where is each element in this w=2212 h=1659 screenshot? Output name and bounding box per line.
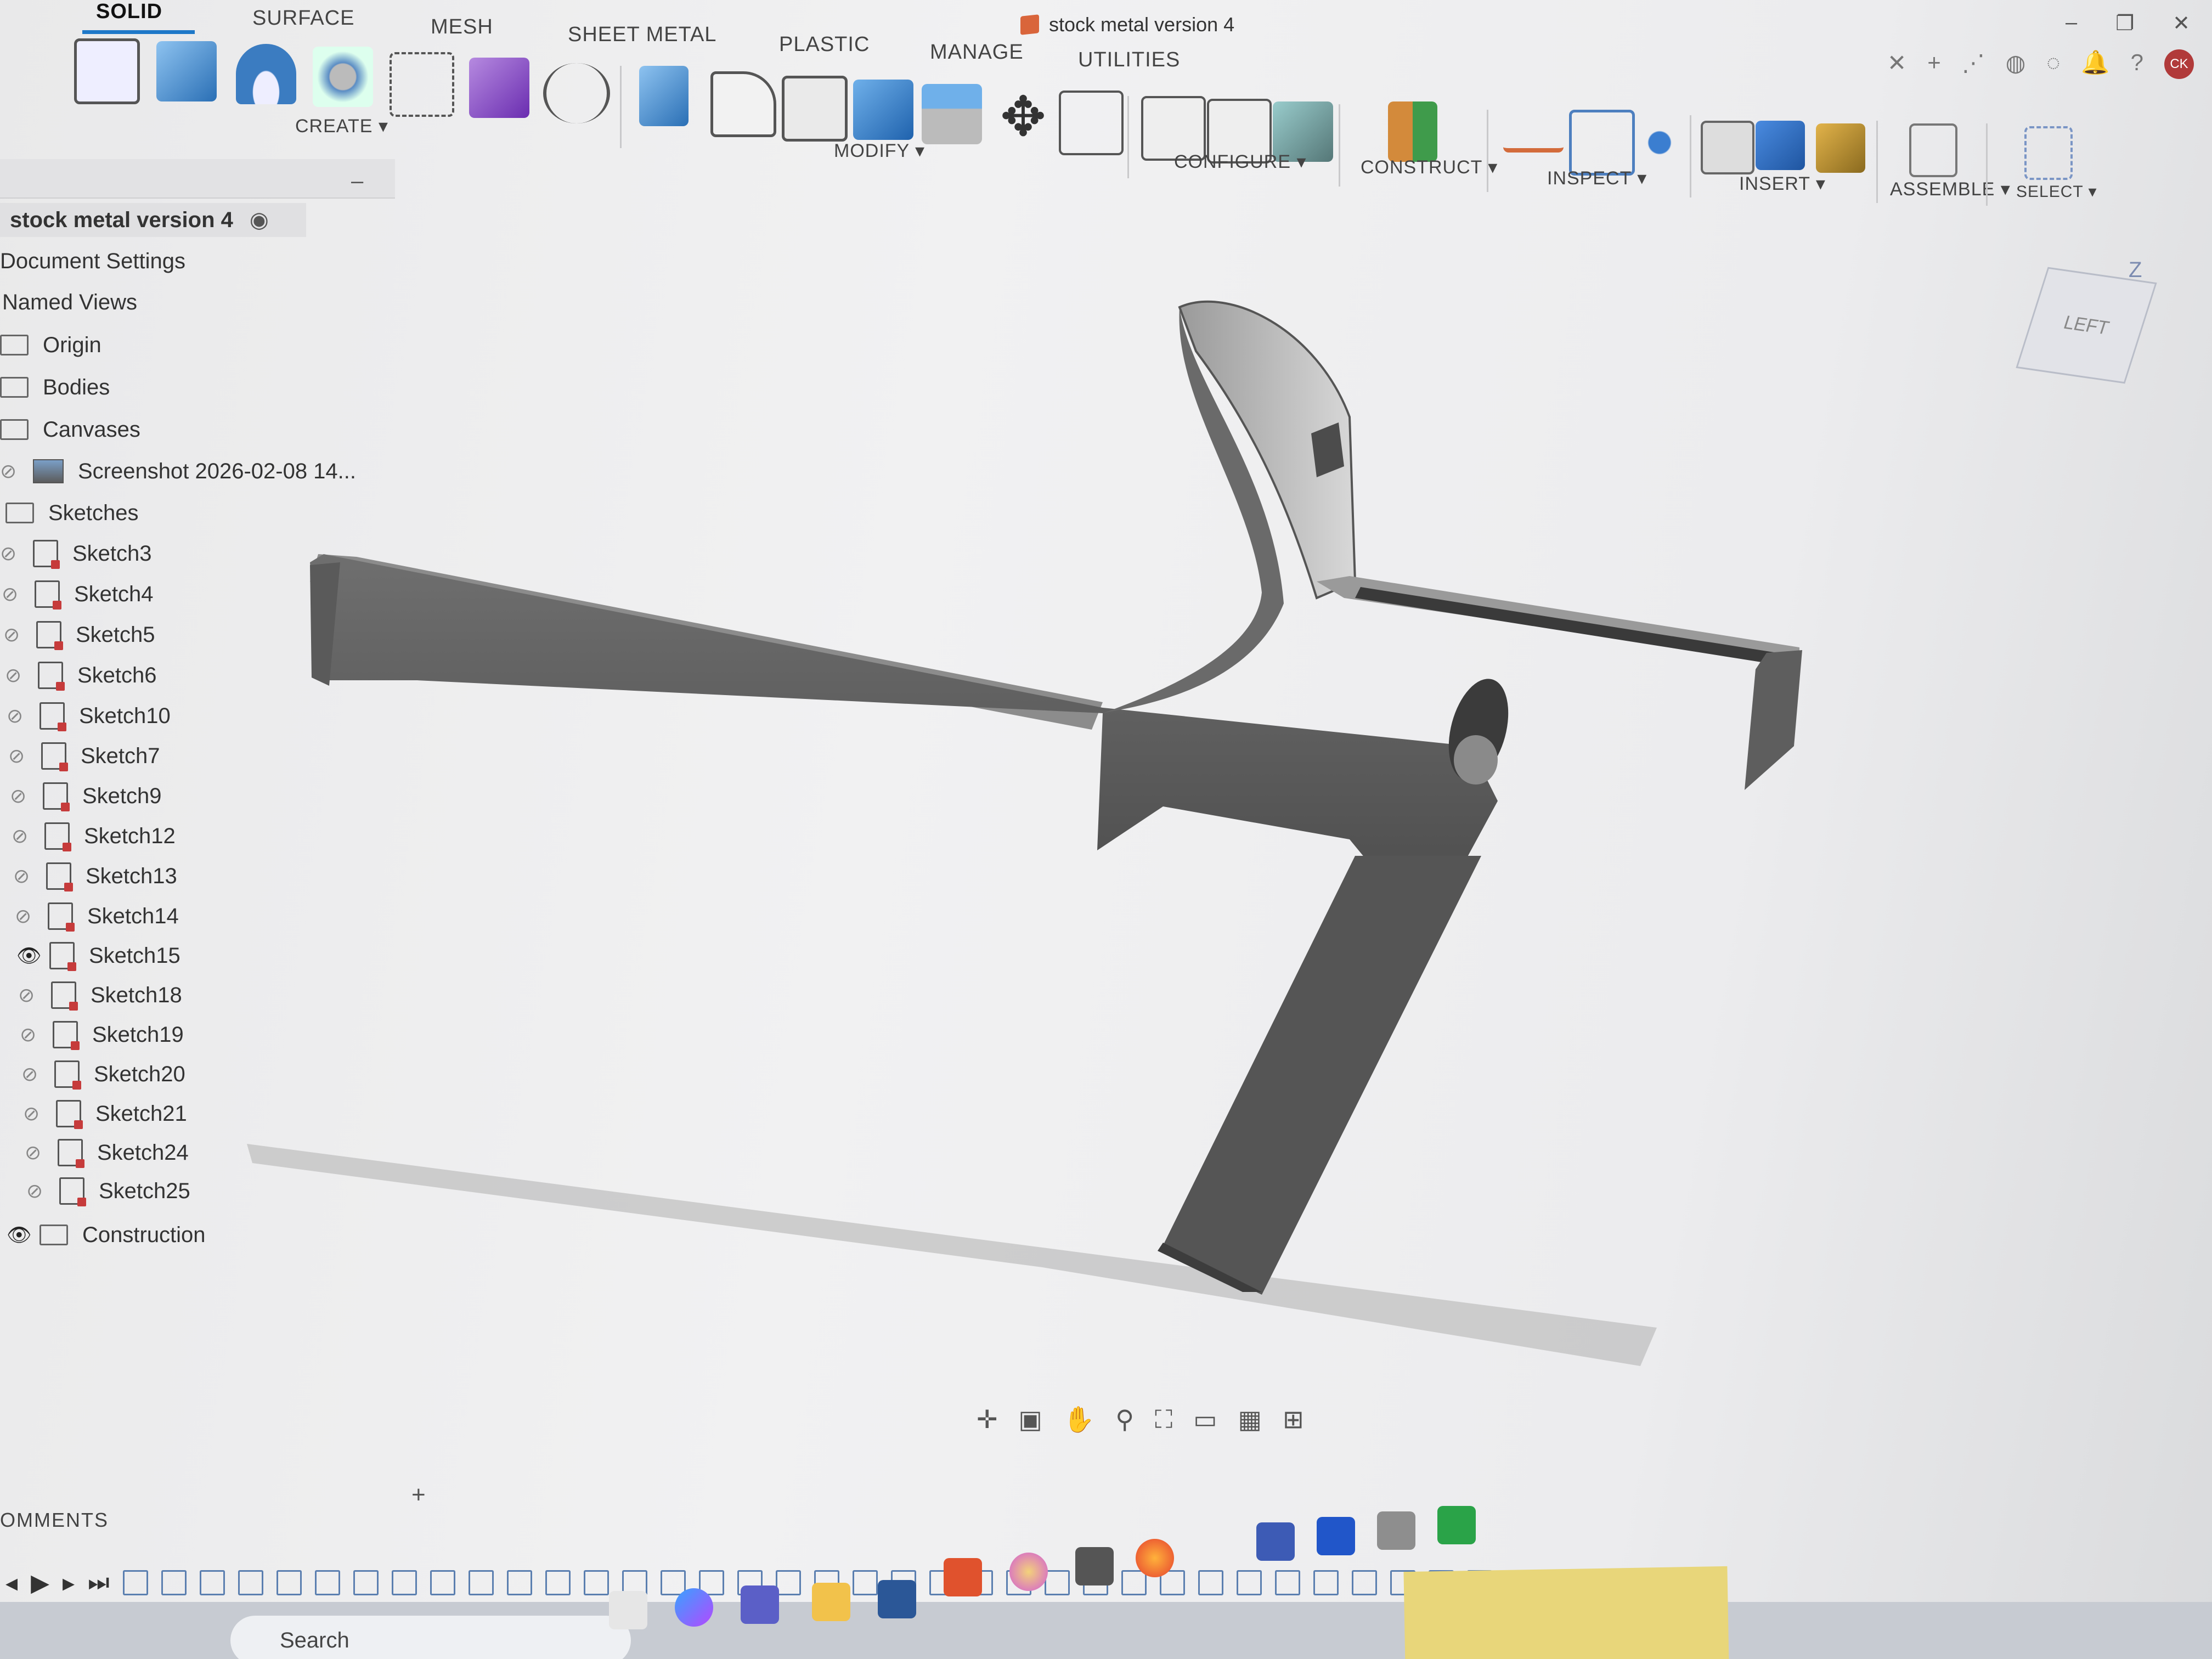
ground-shadow [247,1144,1657,1366]
timeline-feature-icon[interactable] [1236,1570,1262,1595]
timeline-feature-icon[interactable] [1313,1570,1339,1595]
timeline-feature-icon[interactable] [353,1570,379,1595]
step-back-icon[interactable]: ◂ [5,1569,18,1597]
camera-icon[interactable] [1075,1547,1114,1585]
snipping-tool-icon[interactable] [1377,1511,1415,1550]
navigation-bar: ✛ ▣ ✋ ⚲ ⛶ ▭ ▦ ⊞ [977,1404,1304,1435]
timeline-feature-icon[interactable] [1351,1570,1377,1595]
look-at-icon[interactable]: ▣ [1019,1404,1042,1435]
orbit-icon[interactable]: ✛ [977,1404,998,1435]
sticky-note [1403,1566,1729,1659]
app-icon[interactable] [1437,1506,1476,1544]
go-to-end-icon[interactable]: ⏭ [88,1569,110,1596]
firefox-icon[interactable] [1136,1539,1174,1577]
timeline-feature-icon[interactable] [545,1570,571,1595]
rail-slot [1355,587,1778,664]
timeline-feature-icon[interactable] [161,1570,187,1595]
viewcube-face-label: LEFT [2061,311,2112,339]
timeline-feature-icon[interactable] [660,1570,686,1595]
timeline-feature-icon[interactable] [852,1570,878,1595]
file-explorer-icon[interactable] [812,1583,850,1621]
timeline-feature-icon[interactable] [276,1570,302,1595]
play-icon[interactable]: ▶ [31,1569,49,1597]
app-icon[interactable] [1317,1517,1355,1555]
fusion-taskbar-icon[interactable] [944,1558,982,1596]
zoom-icon[interactable]: ⚲ [1115,1404,1134,1435]
fit-icon[interactable]: ⛶ [1155,1404,1172,1435]
viewports-icon[interactable]: ⊞ [1283,1404,1304,1435]
photos-icon[interactable] [1009,1553,1048,1591]
copilot-icon[interactable] [675,1588,713,1627]
rail-end [1745,650,1802,790]
timeline-feature-icon[interactable] [1198,1570,1223,1595]
timeline-feature-icon[interactable] [1044,1570,1070,1595]
fusion-window: stock metal version 4 – ❐ ✕ SOLID SURFAC… [0,0,2212,1659]
timeline-feature-icon[interactable] [468,1570,494,1595]
grid-icon[interactable]: ▦ [1238,1404,1262,1435]
timeline-feature-icon[interactable] [238,1570,263,1595]
timeline-feature-icon[interactable] [122,1570,148,1595]
taskbar-search-placeholder: Search [280,1628,349,1652]
word-icon[interactable] [878,1580,916,1618]
display-settings-icon[interactable]: ▭ [1193,1404,1217,1435]
timeline-feature-icon[interactable] [775,1570,801,1595]
app-icon[interactable] [1256,1522,1295,1561]
screw-hole-inner [1454,735,1498,785]
task-view-icon[interactable] [609,1591,647,1629]
taskbar-search[interactable]: Search [230,1616,631,1659]
timeline-feature-icon[interactable] [506,1570,532,1595]
step-forward-icon[interactable]: ▸ [63,1569,75,1597]
timeline-feature-icon[interactable] [430,1570,455,1595]
timeline-feature-icon[interactable] [583,1570,609,1595]
timeline-feature-icon[interactable] [199,1570,225,1595]
leg-body [1163,856,1481,1295]
pan-icon[interactable]: ✋ [1063,1404,1094,1435]
timeline-feature-icon[interactable] [1121,1570,1147,1595]
teams-icon[interactable] [741,1585,779,1624]
timeline-feature-icon[interactable] [314,1570,340,1595]
viewcube-axis-label: Z [2129,258,2142,282]
timeline-feature-icon[interactable] [1274,1570,1300,1595]
add-comment-icon[interactable]: + [411,1481,426,1509]
timeline-feature-icon[interactable] [391,1570,417,1595]
handle-body [310,554,1498,933]
comments-panel-label[interactable]: OMMENTS [0,1509,109,1532]
